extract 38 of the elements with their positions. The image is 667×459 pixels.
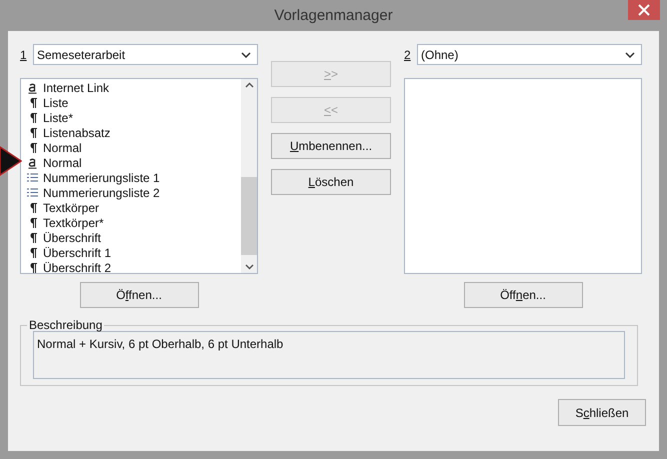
scrollbar[interactable]	[241, 79, 257, 273]
scroll-down-icon	[244, 264, 254, 270]
style-list-item[interactable]: Normal	[27, 140, 241, 155]
chevron-down-icon	[241, 52, 251, 58]
style-list-item[interactable]: Überschrift 2	[27, 260, 241, 273]
style-list-item[interactable]: Nummerierungsliste 1	[27, 170, 241, 185]
style-list-item[interactable]: Textkörper*	[27, 215, 241, 230]
window-title: Vorlagenmanager	[274, 7, 393, 24]
chevron-down-icon	[625, 52, 635, 58]
character-style-icon	[27, 82, 38, 94]
numbered-list-icon	[27, 173, 38, 182]
template-dropdown[interactable]: Semeseterarbeit	[33, 44, 258, 65]
template-number: 2	[404, 48, 412, 62]
style-list-item[interactable]: Normal	[27, 155, 241, 170]
action-button[interactable]: Umbenennen...	[271, 133, 391, 159]
scroll-up-icon	[244, 82, 254, 88]
open-button[interactable]: Öffnen...	[464, 282, 582, 308]
character-style-icon	[27, 156, 38, 168]
style-list-item[interactable]: Nummerierungsliste 2	[27, 185, 241, 200]
numbered-list-icon	[27, 188, 38, 197]
style-list-item[interactable]: Liste	[27, 95, 241, 110]
description-field: Normal + Kursiv, 6 pt Oberhalb, 6 pt Unterhalb	[33, 331, 625, 379]
group-label: Beschreibung	[28, 318, 104, 332]
close-dialog-button[interactable]: Schließen	[558, 399, 646, 426]
style-list-item[interactable]: Listenabsatz	[27, 125, 241, 140]
style-list-item[interactable]: Internet Link	[27, 80, 241, 95]
template-number: 1	[20, 48, 28, 62]
action-button[interactable]: Löschen	[271, 169, 391, 195]
style-list-item[interactable]: Überschrift	[27, 230, 241, 245]
style-list-item[interactable]: Liste*	[27, 110, 241, 125]
template-dropdown[interactable]: (Ohne)	[417, 44, 642, 65]
pointer-arrow	[0, 145, 22, 177]
open-button[interactable]: Öffnen...	[80, 282, 198, 308]
close-button[interactable]	[628, 0, 660, 20]
close-icon	[638, 4, 650, 16]
scrollbar-thumb[interactable]	[241, 177, 257, 255]
style-list-item[interactable]: Überschrift 1	[27, 245, 241, 260]
style-list-item[interactable]: Textkörper	[27, 200, 241, 215]
